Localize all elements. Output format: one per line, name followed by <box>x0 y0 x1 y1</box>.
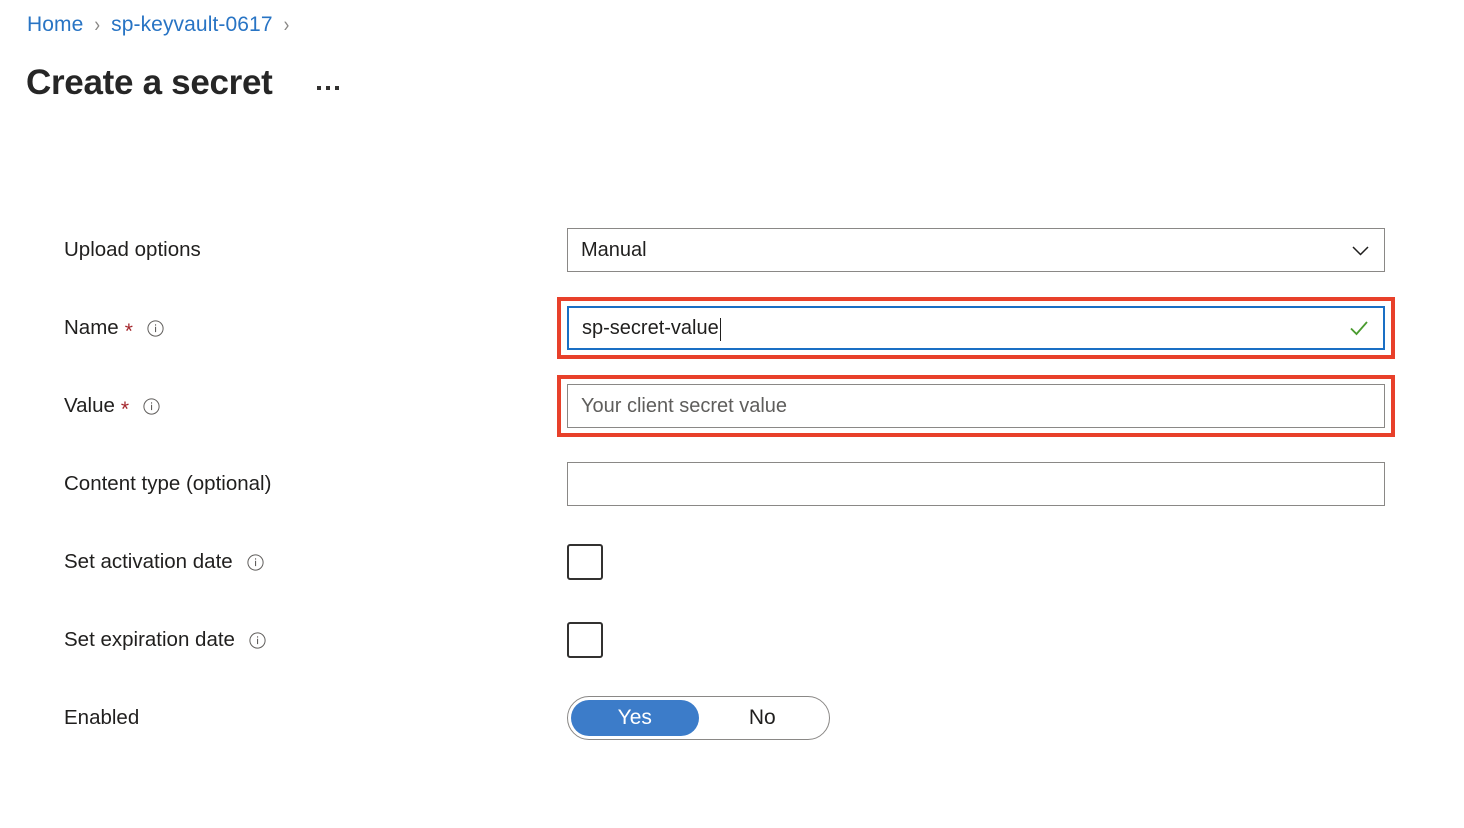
enabled-toggle-option-yes[interactable]: Yes <box>571 700 699 736</box>
control-name: sp-secret-value <box>567 306 1385 350</box>
info-icon[interactable] <box>147 320 164 337</box>
value-input-placeholder: Your client secret value <box>581 396 787 416</box>
required-marker: * <box>121 399 129 420</box>
more-actions-icon[interactable] <box>315 82 341 94</box>
breadcrumb-item-keyvault[interactable]: sp-keyvault-0617 <box>111 13 273 37</box>
control-activation-date <box>567 544 603 580</box>
label-expiration-date: Set expiration date <box>64 626 266 654</box>
label-text: Set expiration date <box>64 628 235 652</box>
label-text: Value <box>64 394 115 418</box>
value-input[interactable]: Your client secret value <box>567 384 1385 428</box>
breadcrumb-item-home[interactable]: Home <box>27 13 83 37</box>
label-upload-options: Upload options <box>64 236 201 264</box>
info-icon[interactable] <box>143 398 160 415</box>
name-input-value: sp-secret-value <box>582 318 719 338</box>
label-text: Enabled <box>64 706 139 730</box>
label-value: Value * <box>64 392 160 420</box>
control-enabled: Yes No <box>567 696 830 740</box>
form-row-expiration-date: Set expiration date <box>0 626 1464 704</box>
enabled-toggle[interactable]: Yes No <box>567 696 830 740</box>
ellipsis-dot <box>335 86 339 90</box>
page-header: Create a secret <box>26 64 341 103</box>
upload-options-select[interactable]: Manual <box>567 228 1385 272</box>
text-cursor <box>720 318 721 341</box>
label-name: Name * <box>64 314 164 342</box>
ellipsis-dot <box>317 86 321 90</box>
content-type-input[interactable] <box>567 462 1385 506</box>
form-row-content-type: Content type (optional) <box>0 470 1464 548</box>
page-title: Create a secret <box>26 64 273 103</box>
info-icon[interactable] <box>249 632 266 649</box>
enabled-toggle-option-no[interactable]: No <box>699 700 827 736</box>
label-text: Name <box>64 316 119 340</box>
check-icon <box>1348 317 1370 339</box>
breadcrumb-separator-icon: › <box>284 13 290 38</box>
form-row-value: Value * Your client secret value <box>0 392 1464 470</box>
required-marker: * <box>125 321 133 342</box>
form-row-upload-options: Upload options Manual <box>0 236 1464 314</box>
create-secret-form: Upload options Manual Name * <box>0 236 1464 782</box>
activation-date-checkbox[interactable] <box>567 544 603 580</box>
label-content-type: Content type (optional) <box>64 470 271 498</box>
label-text: Upload options <box>64 238 201 262</box>
label-text: Content type (optional) <box>64 472 271 496</box>
upload-options-value: Manual <box>581 240 647 260</box>
expiration-date-checkbox[interactable] <box>567 622 603 658</box>
info-icon[interactable] <box>247 554 264 571</box>
name-input[interactable]: sp-secret-value <box>567 306 1385 350</box>
form-row-name: Name * sp-secret-value <box>0 314 1464 392</box>
control-content-type <box>567 462 1385 506</box>
chevron-down-icon <box>1350 240 1371 261</box>
form-row-activation-date: Set activation date <box>0 548 1464 626</box>
form-row-enabled: Enabled Yes No <box>0 704 1464 782</box>
breadcrumb: Home › sp-keyvault-0617 › <box>27 12 300 38</box>
control-value: Your client secret value <box>567 384 1385 428</box>
label-text: Set activation date <box>64 550 233 574</box>
ellipsis-dot <box>326 86 330 90</box>
label-activation-date: Set activation date <box>64 548 264 576</box>
breadcrumb-separator-icon: › <box>94 13 100 38</box>
control-upload-options: Manual <box>567 228 1385 272</box>
control-expiration-date <box>567 622 603 658</box>
label-enabled: Enabled <box>64 704 139 732</box>
